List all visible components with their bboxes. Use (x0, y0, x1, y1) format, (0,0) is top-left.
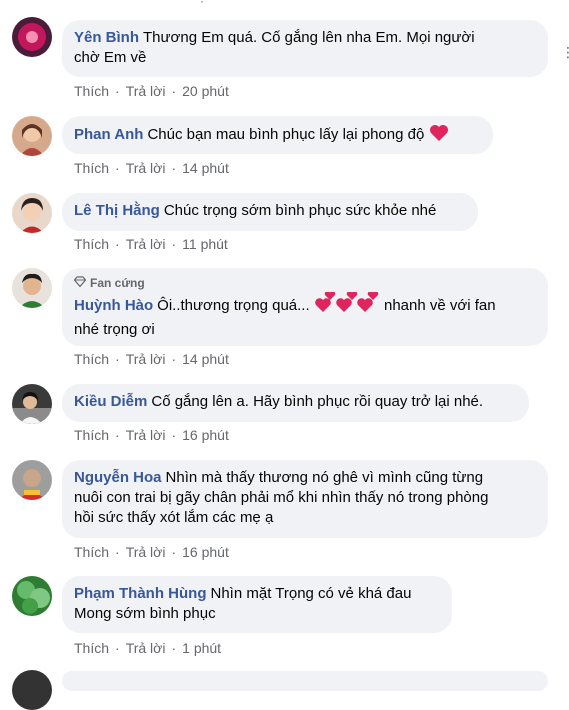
separator-dot: · (115, 544, 120, 560)
more-options-icon[interactable]: ⋮ (561, 44, 569, 61)
separator-dot: · (171, 83, 177, 99)
separator-dot: · (115, 351, 120, 367)
comment-time[interactable]: 20 phút (182, 83, 229, 99)
comment-author[interactable]: Kiều Diễm (74, 393, 147, 410)
avatar[interactable] (12, 460, 52, 500)
comment-text: Chúc bạn mau bình phục lấy lại phong độ (147, 126, 425, 143)
comment-bubble: Phạm Thành Hùng Nhìn mặt Trọng có vẻ khá … (62, 576, 452, 633)
reply-button[interactable]: Trả lời (126, 351, 166, 367)
separator-dot: · (171, 160, 177, 176)
separator-dot: · (171, 351, 177, 367)
comment-text: Nhìn mà thấy thương nó ghê vì mình cũng … (165, 469, 484, 486)
badge-label: Fan cứng (90, 276, 145, 290)
reply-button[interactable]: Trả lời (126, 544, 166, 560)
hearts-icon (314, 291, 380, 320)
fan-badge: Fan cứng (73, 276, 536, 290)
comment-text-line2: nhé trọng ơi (74, 321, 155, 338)
like-button[interactable]: Thích (74, 640, 109, 656)
comment-text: Cố gắng lên a. Hãy bình phục rồi quay tr… (151, 393, 484, 410)
comment-text-line2: Mong sớm bình phục (74, 605, 216, 622)
avatar[interactable] (12, 268, 52, 308)
like-button[interactable]: Thích (74, 351, 109, 367)
avatar[interactable] (12, 384, 52, 424)
comment-text-line2: nuôi con trai bị gãy chân phải mổ khi nh… (74, 489, 489, 506)
separator-dot: · (115, 83, 120, 99)
comment-text-cont: nhanh về với fan (383, 297, 496, 314)
reply-button[interactable]: Trả lời (126, 160, 166, 176)
comment-bubble: Phan Anh Chúc bạn mau bình phục lấy lại p… (62, 116, 493, 154)
comment-text: Thương Em quá. Cố gắng lên nha Em. Mọi n… (143, 29, 475, 46)
reply-button[interactable]: Trả lời (126, 236, 166, 252)
reply-button[interactable]: Trả lời (126, 640, 166, 656)
comment-time[interactable]: 16 phút (182, 427, 229, 443)
avatar[interactable] (12, 670, 52, 710)
like-button[interactable]: Thích (74, 236, 109, 252)
comment-bubble (62, 671, 548, 691)
separator-dot: · (115, 160, 120, 176)
avatar[interactable] (12, 193, 52, 233)
separator-dot: · (171, 640, 177, 656)
comment-text-line3: hồi sức thấy xót lắm các mẹ ạ (74, 509, 274, 526)
comment-author[interactable]: Nguyễn Hoa (74, 469, 162, 486)
avatar[interactable] (12, 116, 52, 156)
comment-bubble: Kiều Diễm Cố gắng lên a. Hãy bình phục rồ… (62, 384, 529, 422)
reply-button[interactable]: Trả lời (126, 83, 166, 99)
separator-dot: · (171, 236, 177, 252)
comment-time[interactable]: 11 phút (182, 236, 228, 252)
comment-time[interactable]: 14 phút (182, 351, 229, 367)
separator-dot: · (115, 236, 120, 252)
comment-author[interactable]: Lê Thị Hằng (74, 202, 160, 219)
top-dot: · (200, 0, 204, 8)
comment-author[interactable]: Huỳnh Hào (74, 297, 153, 314)
comment-text: Ôi..thương trọng quá... (157, 297, 310, 314)
comment-bubble: Fan cứng Huỳnh Hào Ôi..thương trọng quá..… (62, 268, 548, 346)
like-button[interactable]: Thích (74, 544, 109, 560)
separator-dot: · (171, 427, 177, 443)
like-button[interactable]: Thích (74, 83, 109, 99)
separator-dot: · (115, 640, 120, 656)
separator-dot: · (171, 544, 177, 560)
like-button[interactable]: Thích (74, 427, 109, 443)
comment-text: Chúc trọng sớm bình phục sức khỏe nhé (163, 202, 437, 219)
comment-time[interactable]: 1 phút (182, 640, 221, 656)
comment-bubble: Lê Thị Hằng Chúc trọng sớm bình phục sức … (62, 193, 478, 231)
comment-time[interactable]: 16 phút (182, 544, 229, 560)
heart-icon (429, 124, 449, 148)
comment-author[interactable]: Yên Bình (74, 29, 139, 46)
comment-text-line2: chờ Em về (74, 49, 147, 66)
separator-dot: · (115, 427, 120, 443)
comment-author[interactable]: Phạm Thành Hùng (74, 585, 207, 602)
comment-time[interactable]: 14 phút (182, 160, 229, 176)
comment-text: Nhìn mặt Trọng có vẻ khá đau (210, 585, 412, 602)
avatar[interactable] (12, 17, 52, 57)
comment-bubble: Yên Bình Thương Em quá. Cố gắng lên nha E… (62, 20, 548, 77)
comment-bubble: Nguyễn Hoa Nhìn mà thấy thương nó ghê vì … (62, 460, 548, 538)
comment-author[interactable]: Phan Anh (74, 126, 143, 143)
like-button[interactable]: Thích (74, 160, 109, 176)
reply-button[interactable]: Trả lời (126, 427, 166, 443)
diamond-icon (73, 276, 87, 290)
avatar[interactable] (12, 576, 52, 616)
